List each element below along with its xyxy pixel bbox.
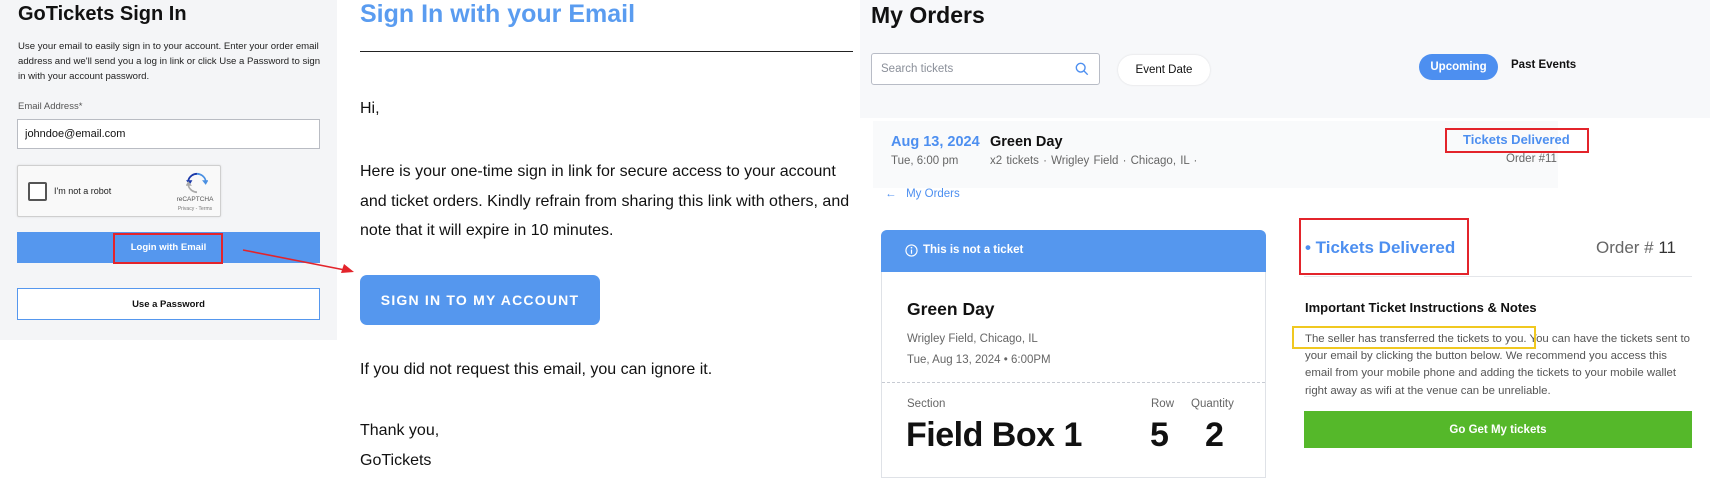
signin-intro: Use your email to easily sign in to your… <box>18 41 321 82</box>
order-date: Aug 13, 2024 <box>891 134 980 150</box>
email-signature: GoTickets <box>360 452 432 469</box>
search-input[interactable] <box>881 54 1071 84</box>
instructions-highlight <box>1292 326 1536 349</box>
email-greeting: Hi, <box>360 100 380 117</box>
order-event-name: Green Day <box>990 134 1063 150</box>
email-title: Sign In with your Email <box>360 0 636 28</box>
use-password-button[interactable]: Use a Password <box>17 288 320 320</box>
tab-past-events[interactable]: Past Events <box>1511 59 1576 71</box>
ticket-event-name: Green Day <box>907 299 995 319</box>
recaptcha-terms[interactable]: Privacy - Terms <box>172 206 218 212</box>
recaptcha-label: I'm not a robot <box>54 186 112 196</box>
back-to-orders-link[interactable]: ← My Orders <box>885 188 960 200</box>
signin-panel: GoTickets Sign In Use your email to easi… <box>0 0 337 340</box>
email-ignore-text: If you did not request this email, you c… <box>360 361 713 378</box>
quantity-label: Quantity <box>1191 398 1234 410</box>
order-number: Order #11 <box>1506 153 1557 165</box>
ticket-divider <box>882 382 1265 383</box>
section-label: Section <box>907 398 946 410</box>
quantity-value: 2 <box>1205 416 1224 454</box>
email-thanks: Thank you, <box>360 422 440 439</box>
order-time: Tue, 6:00 pm <box>891 155 959 167</box>
detail-order-number: Order # 11 <box>1596 238 1676 258</box>
recaptcha-checkbox[interactable] <box>28 182 47 201</box>
ticket-datetime: Tue, Aug 13, 2024 • 6:00PM <box>907 354 1051 366</box>
ticket-banner-text: This is not a ticket <box>923 244 1024 256</box>
email-label: Email Address* <box>18 101 83 112</box>
instructions-title: Important Ticket Instructions & Notes <box>1305 300 1537 315</box>
sign-in-account-button[interactable]: SIGN IN TO MY ACCOUNT <box>360 275 600 325</box>
email-body: Here is your one-time sign in link for s… <box>360 163 850 239</box>
order-prefix: Order # <box>1596 238 1659 257</box>
order-status-highlight <box>1445 128 1589 153</box>
recaptcha-logo-icon <box>186 172 208 194</box>
tab-upcoming[interactable]: Upcoming <box>1419 54 1498 80</box>
back-link-label: My Orders <box>906 188 960 200</box>
signin-title: GoTickets Sign In <box>18 3 187 25</box>
email-divider <box>360 51 853 52</box>
search-icon[interactable] <box>1075 62 1089 76</box>
ticket-venue: Wrigley Field, Chicago, IL <box>907 333 1038 345</box>
go-get-tickets-button[interactable]: Go Get My tickets <box>1304 411 1692 448</box>
order-number-value: 11 <box>1658 238 1677 257</box>
row-label: Row <box>1151 398 1175 410</box>
event-date-button[interactable]: Event Date <box>1118 55 1210 85</box>
delivery-status-highlight <box>1299 218 1469 275</box>
section-value: Field Box 1 <box>906 416 1082 454</box>
recaptcha-brand: reCAPTCHA <box>176 196 214 203</box>
orders-title: My Orders <box>871 2 985 28</box>
annotation-arrow-icon <box>242 249 354 273</box>
row-value: 5 <box>1150 416 1169 454</box>
login-button-highlight <box>113 233 223 264</box>
recaptcha-widget: I'm not a robot reCAPTCHA Privacy - Term… <box>17 165 221 217</box>
details-divider <box>1304 276 1692 277</box>
arrow-left-icon: ← <box>885 188 907 200</box>
info-icon <box>905 244 918 257</box>
order-meta: x2 tickets · Wrigley Field · Chicago, IL… <box>990 155 1198 167</box>
search-box <box>871 53 1100 85</box>
email-input[interactable] <box>17 119 320 149</box>
